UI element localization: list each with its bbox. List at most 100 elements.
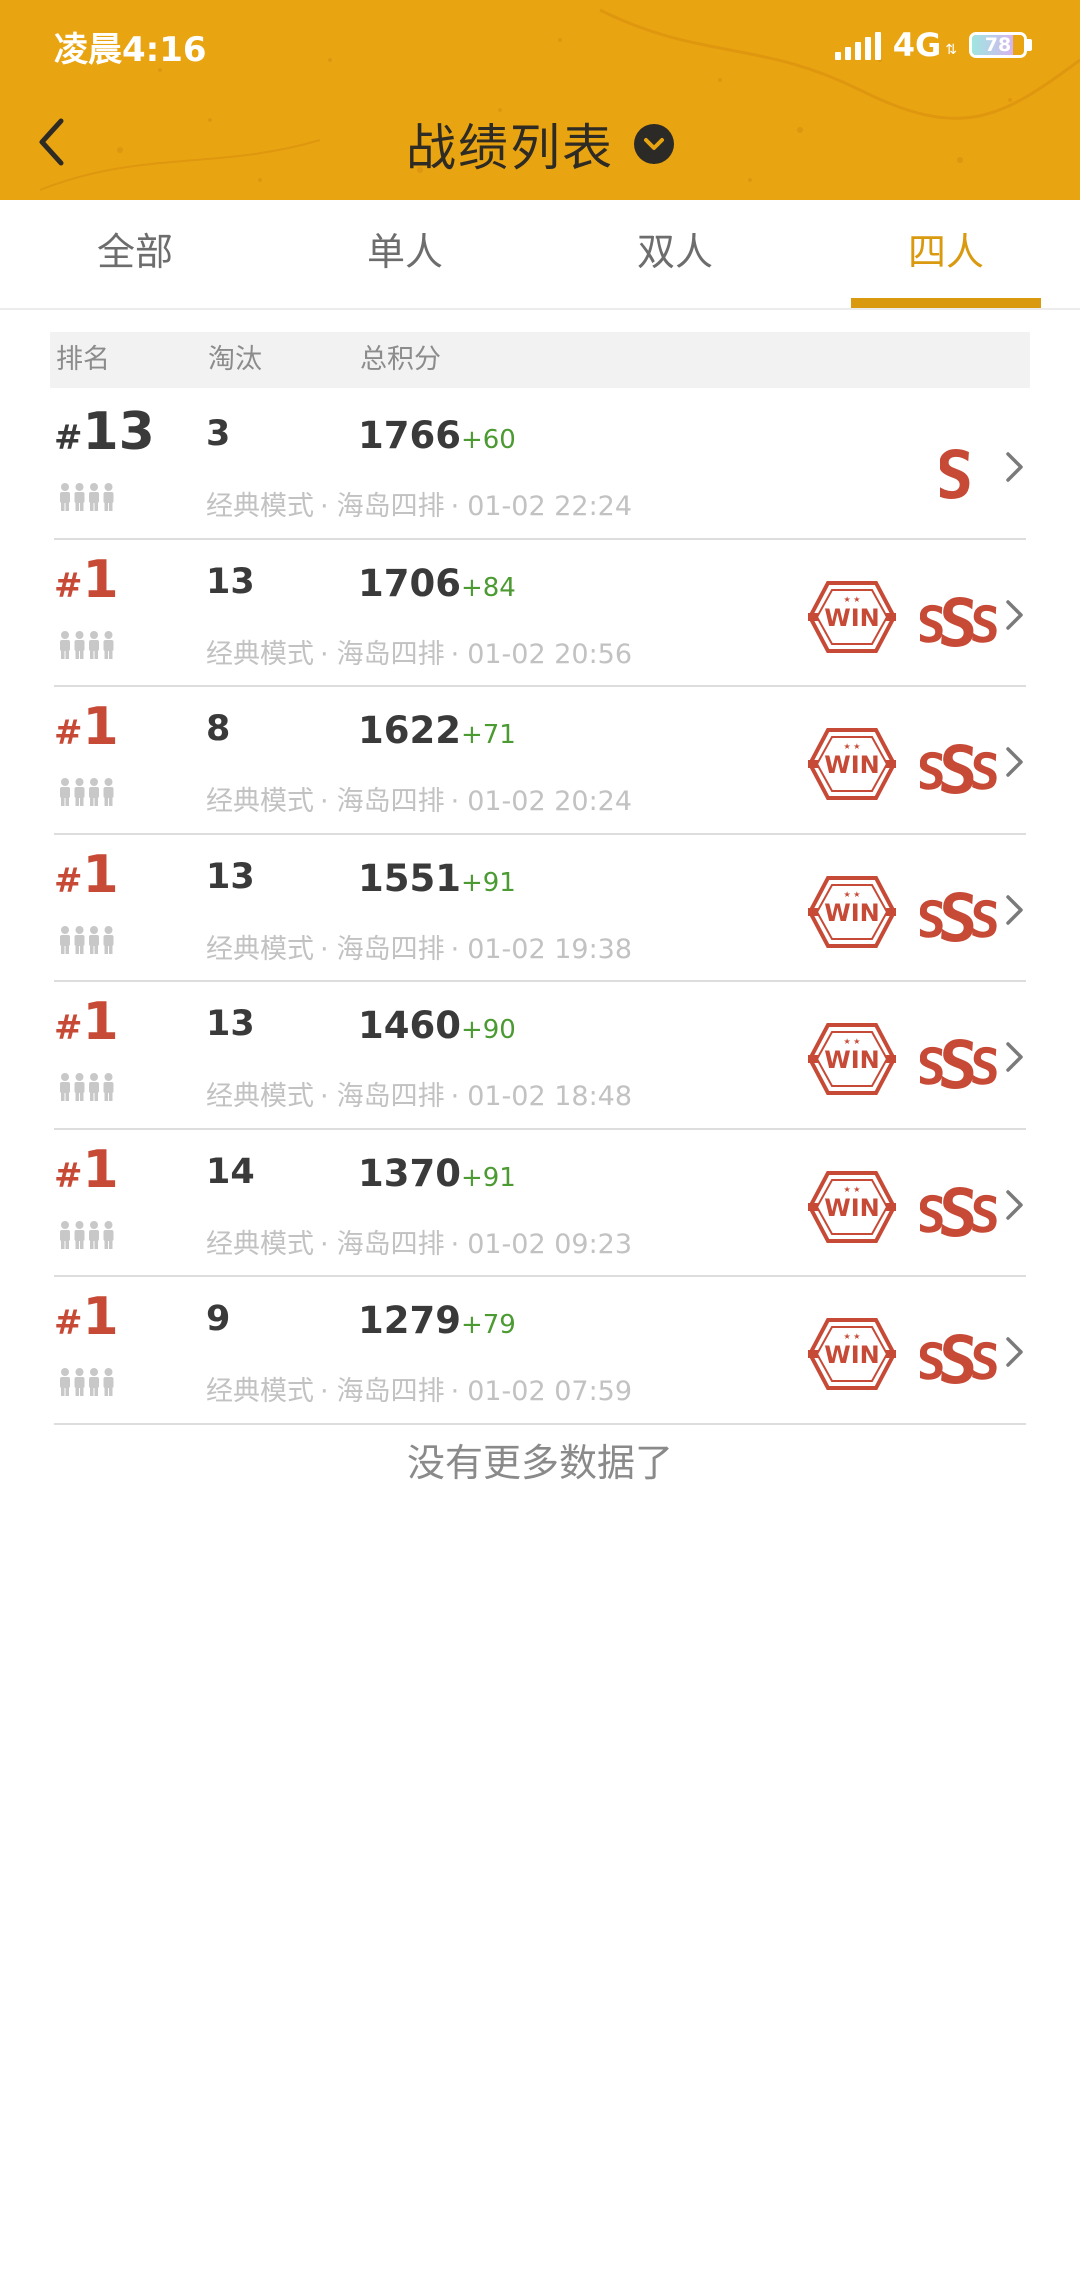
match-map: 海岛四排: [336, 638, 445, 670]
rank-number: 1: [82, 992, 119, 1052]
status-time: 凌晨4:16: [54, 30, 207, 70]
record-row[interactable]: #1 8 1622+71 经典模式 · 海岛四排 · 01-02 20:24 WIN ★ ★ S S S…: [0, 687, 1080, 835]
svg-text:WIN: WIN: [824, 899, 880, 927]
score-delta: +91: [460, 867, 516, 898]
chevron-down-circle-icon[interactable]: [634, 124, 674, 164]
mode-tabs: 全部 单人 双人 四人: [0, 200, 1080, 310]
rank-number: 1: [82, 697, 119, 757]
squad-icon: [58, 1220, 118, 1250]
squad-icon: [58, 482, 118, 512]
tab-squad[interactable]: 四人: [851, 200, 1041, 308]
match-map: 海岛四排: [336, 1081, 445, 1112]
match-mode: 经典模式: [206, 1081, 314, 1112]
rank: #1: [54, 845, 119, 905]
record-row[interactable]: #1 14 1370+91 经典模式 · 海岛四排 · 01-02 09:23 WIN ★ ★ S S…: [0, 1130, 1080, 1277]
chevron-right-icon: [1006, 1189, 1023, 1220]
score-value: 1370: [358, 1151, 461, 1195]
battery-icon: 78: [969, 32, 1027, 58]
score: 1551+91: [358, 857, 516, 900]
win-badge-icon: WIN ★ ★: [807, 727, 897, 801]
win-badge-icon: WIN ★ ★: [807, 875, 897, 949]
svg-text:★ ★: ★ ★: [844, 890, 861, 899]
tab-duo[interactable]: 双人: [580, 200, 770, 308]
squad-icon: [58, 1367, 118, 1397]
network-activity-icon: ⇅: [945, 42, 957, 58]
score: 1622+71: [358, 709, 516, 752]
svg-text:WIN: WIN: [824, 1341, 880, 1369]
rank-hash: #: [54, 1303, 83, 1343]
title-area[interactable]: 战绩列表: [0, 108, 1080, 180]
rank: #13: [54, 402, 155, 462]
kills-value: 9: [206, 1299, 231, 1339]
rating-badge-icon: SSSSSS: [914, 729, 1002, 809]
kills-value: 13: [206, 1004, 255, 1044]
rank: #1: [54, 697, 119, 757]
rank-number: 1: [82, 549, 119, 610]
rank: #1: [54, 1287, 119, 1347]
chevron-right-icon: [1006, 747, 1023, 777]
signal-icon: [834, 30, 881, 60]
score: 1766+60: [358, 414, 516, 457]
rank-number: 13: [82, 402, 155, 462]
score-delta: +90: [460, 1015, 516, 1045]
column-rank: 排名: [56, 344, 110, 375]
score: 1370+91: [358, 1152, 516, 1195]
rank: #1: [54, 550, 119, 610]
score: 1706+84: [358, 562, 516, 605]
rank-number: 1: [82, 1287, 119, 1347]
svg-text:S: S: [940, 437, 974, 506]
score-value: 1279: [358, 1299, 461, 1342]
kills-value: 13: [206, 561, 255, 602]
record-row[interactable]: #13 3 1766+60 经典模式·海岛四排·01-02 22:24 SS: [0, 392, 1080, 540]
record-row[interactable]: #1 13 1460+90 经典模式 · 海岛四排 · 01-02 18:48 WIN ★ ★ S S…: [0, 982, 1080, 1130]
win-badge-icon: WIN ★ ★: [807, 1170, 897, 1244]
match-map: 海岛四排: [336, 1376, 445, 1407]
squad-icon: [58, 777, 118, 807]
score-value: 1460: [358, 1004, 461, 1047]
rank-hash: #: [54, 1155, 83, 1196]
chevron-right-icon: [1006, 894, 1023, 925]
rank-hash: #: [54, 860, 83, 901]
match-time: 01-02 20:56: [467, 638, 633, 670]
match-time: 01-02 09:23: [467, 1228, 633, 1260]
svg-text:★ ★: ★ ★: [844, 1332, 861, 1341]
kills-value: 3: [206, 414, 231, 454]
battery-level: 78: [984, 34, 1012, 56]
svg-text:★ ★: ★ ★: [844, 742, 861, 751]
win-badge-icon: WIN ★ ★: [807, 1317, 897, 1391]
tab-all[interactable]: 全部: [40, 200, 230, 308]
rank-hash: #: [54, 1008, 83, 1048]
match-mode: 经典模式: [206, 933, 314, 965]
score-value: 1706: [358, 561, 461, 605]
record-row[interactable]: #1 9 1279+79 经典模式 · 海岛四排 · 01-02 07:59 WIN ★ ★ S S S…: [0, 1277, 1080, 1425]
tab-solo[interactable]: 单人: [310, 200, 500, 308]
match-map: 海岛四排: [336, 786, 445, 817]
svg-text:S: S: [968, 1186, 1002, 1244]
svg-text:★ ★: ★ ★: [844, 595, 861, 604]
page-title: 战绩列表: [406, 119, 614, 177]
rating-badge-icon: SSSSSS: [914, 582, 1002, 662]
kills-value: 13: [206, 856, 255, 897]
kills-value: 14: [206, 1151, 255, 1192]
match-mode: 经典模式: [206, 638, 314, 670]
record-row[interactable]: #1 13 1706+84 经典模式 · 海岛四排 · 01-02 20:56 WIN ★ ★ S S…: [0, 540, 1080, 687]
score-delta: +60: [460, 425, 516, 455]
rating-badge-icon: SSSSSS: [914, 1024, 1002, 1104]
svg-text:S: S: [968, 596, 1002, 654]
match-time: 01-02 19:38: [467, 933, 633, 965]
tab-label: 四人: [907, 230, 984, 274]
status-icons: 4G ⇅ 78: [834, 26, 1032, 64]
battery-tip: [1027, 39, 1032, 51]
match-mode: 经典模式: [206, 1228, 314, 1260]
record-row[interactable]: #1 13 1551+91 经典模式 · 海岛四排 · 01-02 19:38 WIN ★ ★ S S…: [0, 835, 1080, 982]
match-meta: 经典模式 · 海岛四排 · 01-02 20:24: [206, 786, 633, 817]
record-list: #1331766+60经典模式·海岛四排·01-02 22:24SS#11317…: [0, 392, 1080, 1425]
score-delta: +79: [460, 1310, 516, 1340]
network-label: 4G: [892, 26, 942, 64]
no-more-data: 没有更多数据了: [406, 1441, 673, 1485]
match-meta: 经典模式 · 海岛四排 · 01-02 09:23: [206, 1228, 633, 1260]
score-value: 1551: [358, 856, 461, 900]
rank: #1: [54, 1140, 119, 1200]
svg-text:WIN: WIN: [824, 751, 880, 779]
rank-hash: #: [54, 565, 83, 606]
